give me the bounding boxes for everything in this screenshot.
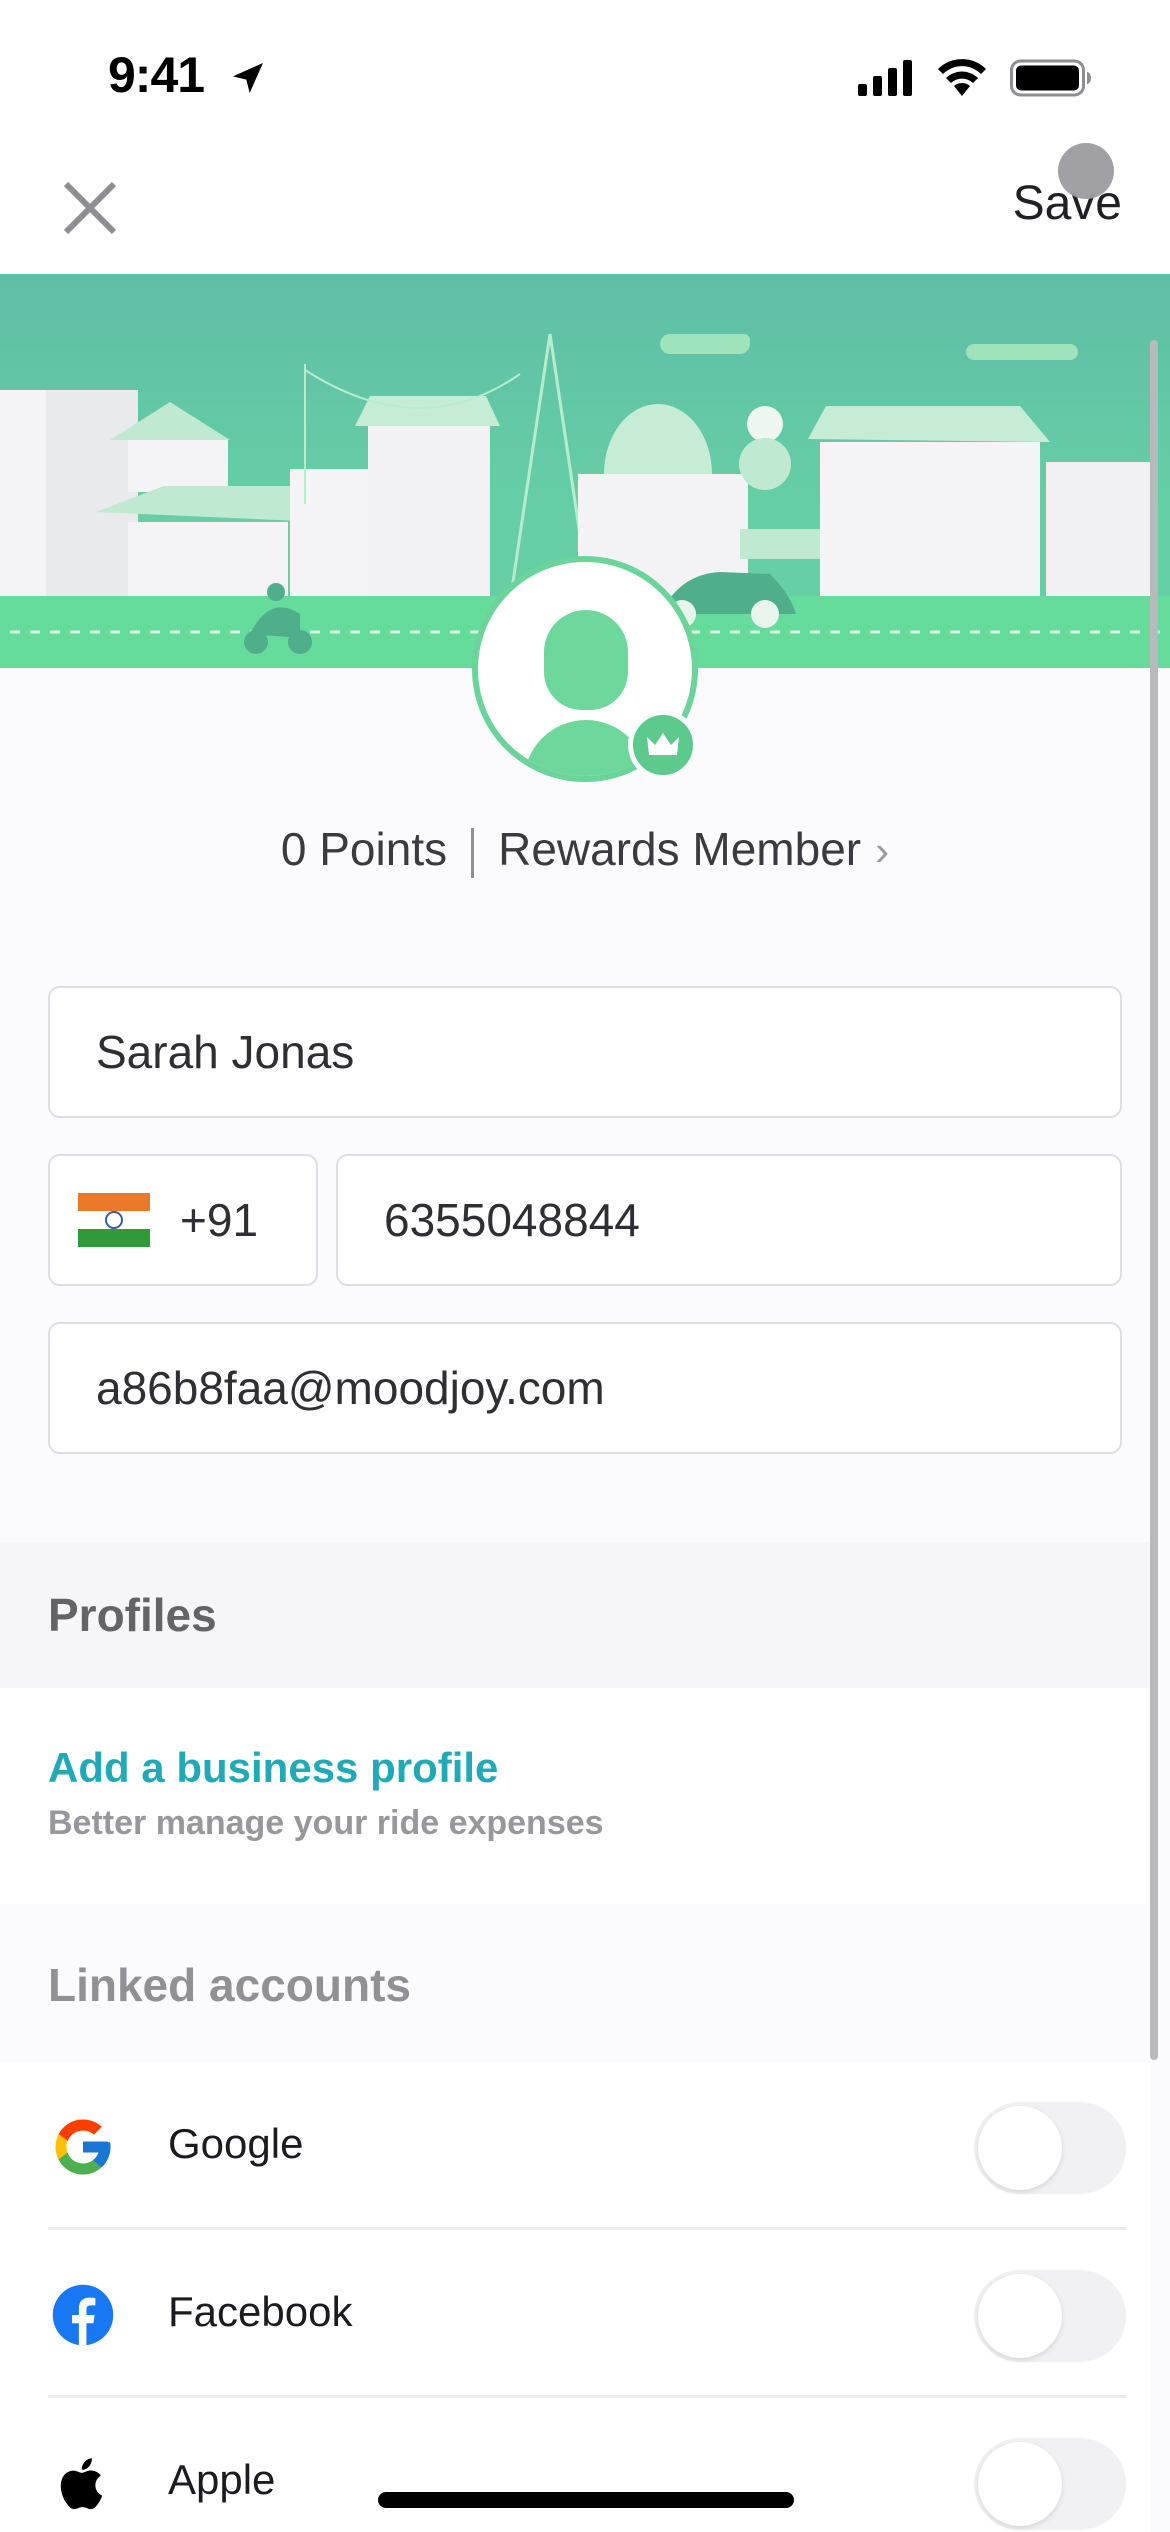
linked-account-row-facebook: Facebook [0, 2230, 1150, 2398]
email-value: a86b8faa@moodjoy.com [96, 1362, 605, 1414]
india-flag-icon [78, 1193, 150, 1247]
apple-link-toggle[interactable] [974, 2438, 1126, 2530]
linked-account-row-google: Google [0, 2062, 1150, 2230]
facebook-icon [52, 2284, 114, 2346]
add-business-profile-title: Add a business profile [48, 1744, 499, 1791]
battery-icon [1010, 59, 1091, 97]
close-icon[interactable] [58, 176, 122, 240]
chevron-right-icon: › [875, 827, 890, 874]
profiles-section-header: Profiles [0, 1542, 1150, 1688]
toggle-knob [978, 2106, 1062, 2190]
toggle-knob [978, 2274, 1062, 2358]
rewards-separator [471, 827, 475, 878]
home-indicator[interactable] [378, 2492, 794, 2508]
crown-icon [647, 733, 679, 755]
status-bar: 9:41 [0, 0, 1170, 140]
phone-value: 6355048844 [384, 1194, 640, 1246]
profiles-heading: Profiles [48, 1589, 217, 1641]
name-value: Sarah Jonas [96, 1026, 355, 1078]
facebook-link-toggle[interactable] [974, 2270, 1126, 2362]
linked-accounts-section-header: Linked accounts [0, 1904, 1150, 2060]
cellular-signal-icon [858, 60, 912, 96]
location-arrow-icon [233, 63, 263, 93]
add-business-profile-subtitle: Better manage your ride expenses [48, 1804, 604, 1842]
name-field[interactable]: Sarah Jonas [48, 986, 1122, 1118]
google-link-toggle[interactable] [974, 2102, 1126, 2194]
country-code-selector[interactable]: +91 [48, 1154, 318, 1286]
status-time: 9:41 [108, 47, 205, 103]
wifi-icon [938, 59, 986, 96]
rewards-summary-link[interactable]: 0 Points Rewards Member › [0, 822, 1170, 878]
avatar-head-shape [544, 610, 628, 710]
apple-icon [60, 2458, 103, 2510]
country-code-value: +91 [180, 1194, 259, 1246]
email-field[interactable]: a86b8faa@moodjoy.com [48, 1322, 1122, 1454]
navigation-bar [0, 140, 1170, 274]
toggle-knob [978, 2442, 1062, 2526]
crown-badge [628, 710, 698, 780]
add-business-profile-button[interactable]: Add a business profile Better manage you… [0, 1688, 1150, 1904]
touch-indicator [1058, 143, 1114, 199]
rewards-tier: Rewards Member [498, 823, 862, 875]
linked-account-row-apple: Apple [0, 2398, 1150, 2532]
linked-accounts-heading: Linked accounts [48, 1959, 411, 2011]
linked-account-name: Apple [168, 2456, 276, 2503]
phone-field[interactable]: 6355048844 [336, 1154, 1122, 1286]
google-icon [55, 2119, 111, 2175]
points-count: 0 Points [280, 823, 448, 875]
linked-account-name: Google [168, 2120, 304, 2167]
linked-account-name: Facebook [168, 2288, 353, 2335]
scrollbar[interactable] [1150, 340, 1158, 2060]
